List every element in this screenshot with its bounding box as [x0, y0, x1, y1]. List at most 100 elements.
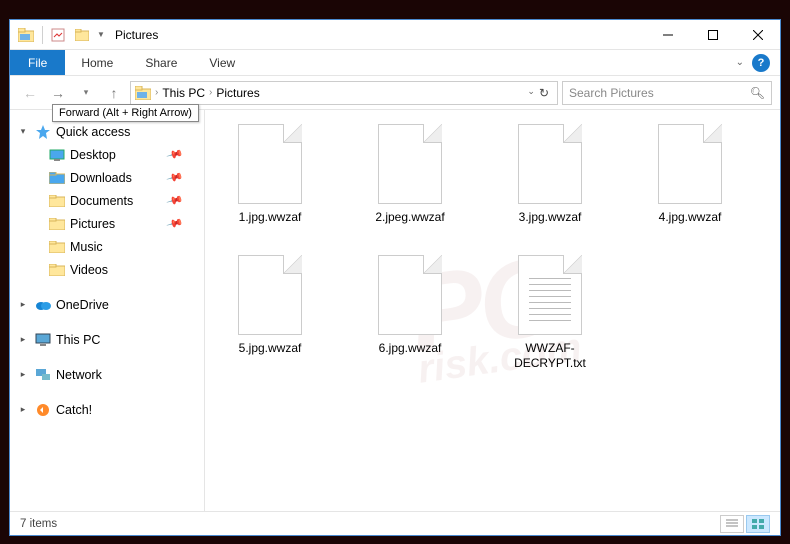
nav-root-this-pc[interactable]: ▸This PC	[14, 328, 200, 351]
chevron-right-icon[interactable]: ›	[207, 87, 214, 98]
explorer-body: ▾ Quick access Desktop📌Downloads📌Documen…	[10, 110, 780, 511]
file-name: WWZAF-DECRYPT.txt	[505, 341, 595, 371]
star-icon	[34, 125, 52, 139]
ribbon-right: ⌄ ?	[736, 50, 780, 75]
nav-item-music[interactable]: Music	[14, 235, 200, 258]
status-bar: 7 items	[10, 511, 780, 535]
file-icon	[658, 124, 722, 204]
view-toggles	[720, 515, 770, 533]
up-button[interactable]: ↑	[102, 81, 126, 105]
nav-root-onedrive[interactable]: ▸OneDrive	[14, 293, 200, 316]
maximize-button[interactable]	[690, 20, 735, 49]
search-input[interactable]: Search Pictures 🔍︎	[562, 81, 772, 105]
file-item[interactable]: 5.jpg.wwzaf	[225, 255, 315, 371]
qat-new-folder[interactable]	[71, 24, 93, 46]
nav-root-catch-[interactable]: ▸ Catch!	[14, 398, 200, 421]
onedrive-icon	[34, 299, 52, 311]
nav-label: Network	[56, 368, 102, 382]
back-button[interactable]: ←	[18, 81, 42, 105]
ribbon: File Home Share View ⌄ ?	[10, 50, 780, 76]
nav-item-documents[interactable]: Documents📌	[14, 189, 200, 212]
qat-dropdown[interactable]: ▼	[95, 24, 107, 46]
file-item[interactable]: 4.jpg.wwzaf	[645, 124, 735, 225]
file-item[interactable]: 1.jpg.wwzaf	[225, 124, 315, 225]
network-icon	[34, 368, 52, 382]
folder-icon	[135, 86, 151, 100]
file-item[interactable]: 3.jpg.wwzaf	[505, 124, 595, 225]
qat-properties[interactable]	[47, 24, 69, 46]
window-controls	[645, 20, 780, 49]
file-grid: 1.jpg.wwzaf 2.jpeg.wwzaf 3.jpg.wwzaf 4.jpg.…	[225, 124, 770, 371]
item-count: 7 items	[20, 518, 57, 530]
file-icon	[518, 124, 582, 204]
nav-label: Catch!	[56, 403, 92, 417]
file-icon	[238, 124, 302, 204]
tab-view[interactable]: View	[193, 50, 251, 75]
expand-ribbon-icon[interactable]: ⌄	[736, 57, 744, 68]
dropdown-icon[interactable]: ⌄	[527, 86, 535, 100]
close-button[interactable]	[735, 20, 780, 49]
nav-item-pictures[interactable]: Pictures📌	[14, 212, 200, 235]
nav-item-downloads[interactable]: Downloads 📌	[14, 166, 200, 189]
nav-label: Quick access	[56, 125, 130, 139]
details-view-toggle[interactable]	[720, 515, 744, 533]
address-bar-row: ← → ▾ ↑ › This PC › Pictures ⌄ ↻ Search …	[10, 76, 780, 110]
quick-access-toolbar: ▼	[40, 24, 107, 46]
recent-locations-icon[interactable]: ▾	[74, 81, 98, 105]
pin-icon: 📌	[166, 214, 184, 232]
file-name: 6.jpg.wwzaf	[379, 341, 442, 356]
documents-icon	[48, 195, 66, 207]
pin-icon: 📌	[166, 168, 184, 186]
navigation-pane[interactable]: ▾ Quick access Desktop📌Downloads📌Documen…	[10, 110, 205, 511]
window-title: Pictures	[115, 28, 158, 42]
file-icon	[378, 255, 442, 335]
nav-label: Music	[70, 240, 103, 254]
file-item[interactable]: 6.jpg.wwzaf	[365, 255, 455, 371]
forward-tooltip: Forward (Alt + Right Arrow)	[52, 104, 199, 122]
search-icon: 🔍︎	[750, 86, 765, 100]
nav-item-videos[interactable]: Videos	[14, 258, 200, 281]
nav-label: Videos	[70, 263, 108, 277]
chevron-right-icon[interactable]: ›	[153, 87, 160, 98]
file-item[interactable]: WWZAF-DECRYPT.txt	[505, 255, 595, 371]
forward-button[interactable]: →	[46, 81, 70, 105]
pictures-icon	[48, 218, 66, 230]
file-name: 5.jpg.wwzaf	[239, 341, 302, 356]
address-bar-right: ⌄ ↻	[527, 86, 553, 100]
pin-icon: 📌	[166, 145, 184, 163]
crumb-this-pc[interactable]: This PC	[162, 86, 205, 100]
nav-root-network[interactable]: ▸ Network	[14, 363, 200, 386]
minimize-button[interactable]	[645, 20, 690, 49]
nav-item-desktop[interactable]: Desktop📌	[14, 143, 200, 166]
file-name: 2.jpeg.wwzaf	[375, 210, 444, 225]
refresh-icon[interactable]: ↻	[539, 86, 549, 100]
caret-right-icon[interactable]: ▸	[16, 369, 30, 380]
caret-right-icon[interactable]: ▸	[16, 299, 30, 310]
help-button[interactable]: ?	[752, 54, 770, 72]
app-icon	[16, 25, 36, 45]
separator	[42, 26, 43, 44]
titlebar[interactable]: ▼ Pictures	[10, 20, 780, 50]
pin-icon: 📌	[166, 191, 184, 209]
explorer-window: ▼ Pictures File Home Share View ⌄ ? ← → …	[9, 19, 781, 536]
crumb-folder[interactable]: Pictures	[216, 86, 259, 100]
nav-quick-access[interactable]: ▾ Quick access	[14, 120, 200, 143]
file-name: 3.jpg.wwzaf	[519, 210, 582, 225]
downloads-icon	[48, 172, 66, 184]
caret-right-icon[interactable]: ▸	[16, 334, 30, 345]
breadcrumb[interactable]: › This PC › Pictures ⌄ ↻	[130, 81, 558, 105]
icons-view-toggle[interactable]	[746, 515, 770, 533]
file-name: 1.jpg.wwzaf	[239, 210, 302, 225]
file-icon	[378, 124, 442, 204]
file-tab[interactable]: File	[10, 50, 65, 75]
thispc-icon	[34, 333, 52, 347]
tab-share[interactable]: Share	[129, 50, 193, 75]
caret-right-icon[interactable]: ▸	[16, 404, 30, 415]
caret-down-icon[interactable]: ▾	[16, 126, 30, 137]
file-icon	[238, 255, 302, 335]
tab-home[interactable]: Home	[65, 50, 129, 75]
file-item[interactable]: 2.jpeg.wwzaf	[365, 124, 455, 225]
music-icon	[48, 241, 66, 253]
file-view[interactable]: PCrisk.com 1.jpg.wwzaf2.jpeg.wwzaf3.jpg.…	[205, 110, 780, 511]
nav-label: Downloads	[70, 171, 132, 185]
